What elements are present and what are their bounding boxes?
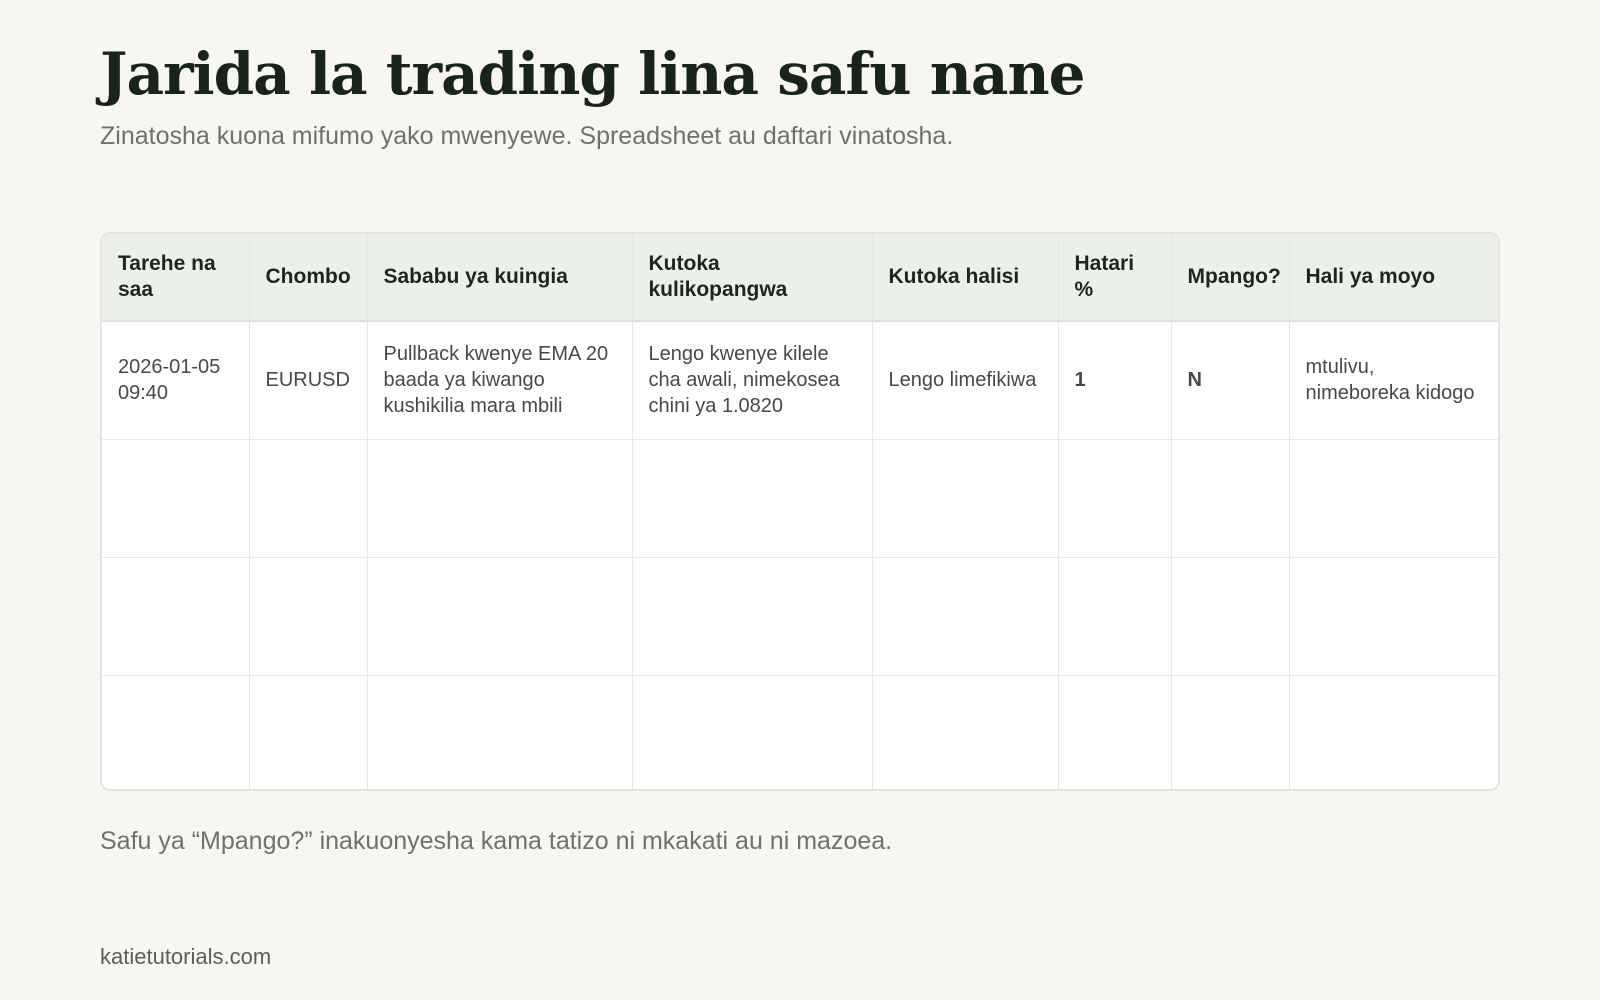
cell-date-time xyxy=(102,439,250,558)
cell-risk-percent xyxy=(1058,557,1172,676)
cell-date-time xyxy=(102,557,250,676)
cell-instrument xyxy=(249,675,368,789)
cell-risk-percent: 1 xyxy=(1058,321,1172,440)
cell-plan xyxy=(1171,557,1290,676)
cell-entry-reason xyxy=(367,675,633,789)
cell-planned-exit xyxy=(632,439,873,558)
cell-entry-reason xyxy=(367,557,633,676)
cell-risk-percent xyxy=(1058,439,1172,558)
cell-entry-reason: Pullback kwenye EMA 20 baada ya kiwango … xyxy=(367,321,633,440)
cell-actual-exit xyxy=(872,439,1059,558)
cell-plan xyxy=(1171,675,1290,789)
cell-plan: N xyxy=(1171,321,1290,440)
cell-risk-percent xyxy=(1058,675,1172,789)
column-header-instrument: Chombo xyxy=(249,234,368,322)
column-header-plan: Mpango? xyxy=(1171,234,1290,322)
cell-actual-exit xyxy=(872,557,1059,676)
cell-planned-exit xyxy=(632,557,873,676)
cell-actual-exit: Lengo limefikiwa xyxy=(872,321,1059,440)
cell-instrument: EURUSD xyxy=(249,321,368,440)
column-header-risk-percent: Hatari % xyxy=(1058,234,1172,322)
column-header-planned-exit: Kutoka kulikopangwa xyxy=(632,234,873,322)
cell-planned-exit: Lengo kwenye kilele cha awali, nimekosea… xyxy=(632,321,873,440)
cell-mood: mtulivu, nimeboreka kidogo xyxy=(1289,321,1498,440)
table-header-row: Tarehe na saa Chombo Sababu ya kuingia K… xyxy=(102,234,1498,322)
cell-mood xyxy=(1289,675,1498,789)
cell-date-time xyxy=(102,675,250,789)
footnote: Safu ya “Mpango?” inakuonyesha kama tati… xyxy=(100,827,893,855)
column-header-date-time: Tarehe na saa xyxy=(102,234,250,322)
cell-actual-exit xyxy=(872,675,1059,789)
cell-instrument xyxy=(249,557,368,676)
table-row xyxy=(102,557,1498,676)
journal-table-container: Tarehe na saa Chombo Sababu ya kuingia K… xyxy=(100,232,1500,791)
cell-mood xyxy=(1289,439,1498,558)
column-header-actual-exit: Kutoka halisi xyxy=(872,234,1059,322)
journal-table: Tarehe na saa Chombo Sababu ya kuingia K… xyxy=(102,234,1498,789)
page-title: Jarida la trading lina safu nane xyxy=(100,40,1086,108)
cell-entry-reason xyxy=(367,439,633,558)
page-subtitle: Zinatosha kuona mifumo yako mwenyewe. Sp… xyxy=(100,122,954,150)
table-row: 2026-01-05 09:40 EURUSD Pullback kwenye … xyxy=(102,321,1498,440)
site-url: katietutorials.com xyxy=(100,944,272,969)
cell-mood xyxy=(1289,557,1498,676)
column-header-entry-reason: Sababu ya kuingia xyxy=(367,234,633,322)
column-header-mood: Hali ya moyo xyxy=(1289,234,1498,322)
cell-instrument xyxy=(249,439,368,558)
table-row xyxy=(102,675,1498,789)
cell-planned-exit xyxy=(632,675,873,789)
table-row xyxy=(102,439,1498,558)
cell-date-time: 2026-01-05 09:40 xyxy=(102,321,250,440)
cell-plan xyxy=(1171,439,1290,558)
